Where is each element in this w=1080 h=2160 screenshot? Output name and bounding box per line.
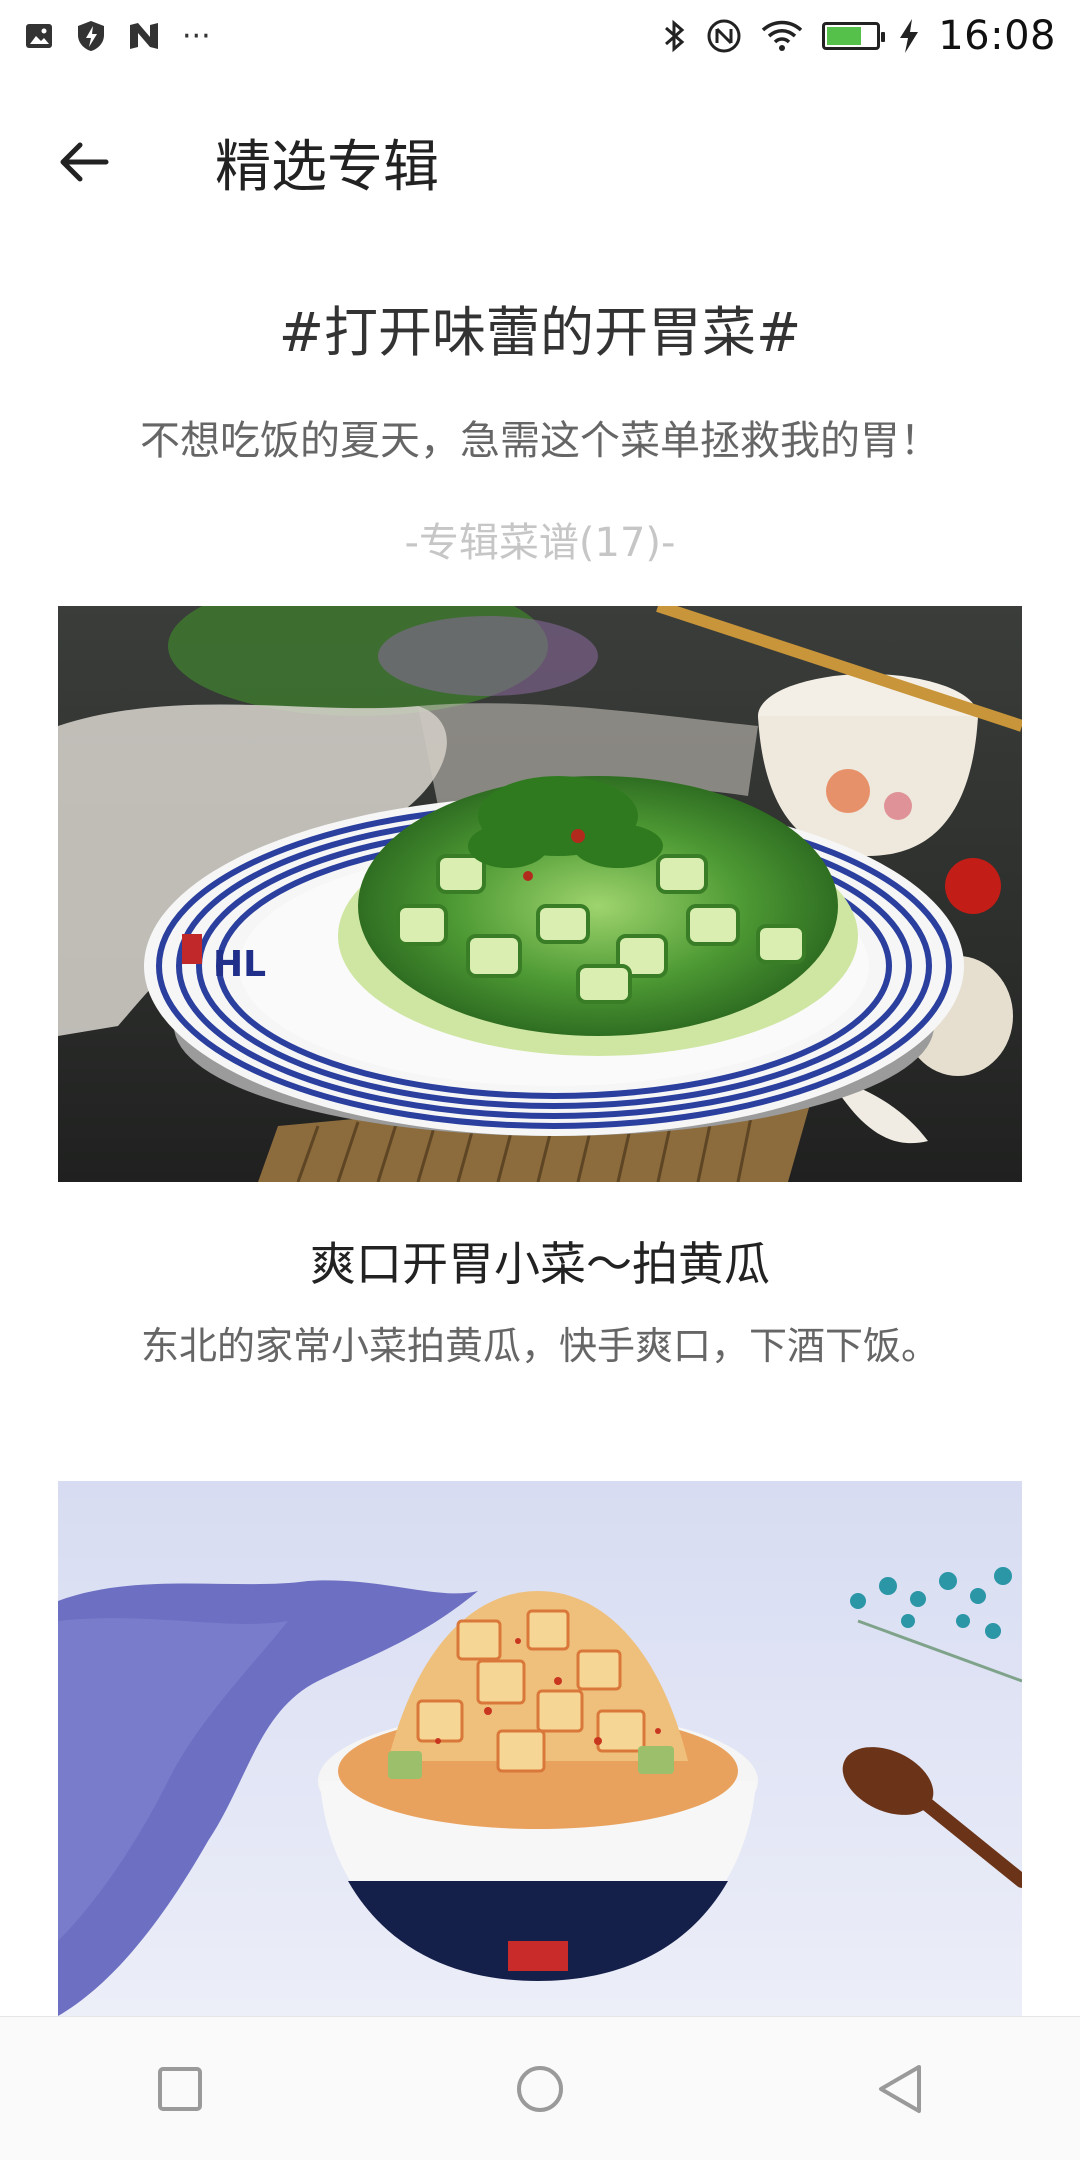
more-dots-icon: ···: [182, 18, 211, 54]
battery-level: [827, 27, 862, 45]
status-time: 16:08: [938, 13, 1056, 59]
back-arrow-icon: [60, 142, 109, 182]
page-title: 精选专辑: [215, 135, 439, 200]
recipe-album-page: ··· 16:08 精选专辑 #打开味蕾的开胃菜# 不想吃饭的夏天，急需这个菜单…: [0, 0, 1080, 2160]
app-header: 精选专辑: [0, 100, 1080, 220]
image-icon: [24, 21, 54, 51]
recipe-description: 东北的家常小菜拍黄瓜，快手爽口，下酒下饭。: [140, 1324, 939, 1368]
system-nav-bar: [0, 2016, 1080, 2160]
back-triangle-icon: [879, 2065, 921, 2113]
back-nav-button[interactable]: [845, 2034, 955, 2144]
album-title: #打开味蕾的开胃菜#: [278, 301, 802, 364]
nfc-icon: [706, 18, 742, 54]
svg-text:HL: HL: [213, 944, 266, 985]
home-icon: [517, 2066, 563, 2112]
bluetooth-icon: [662, 18, 688, 54]
n-app-icon: [128, 21, 160, 51]
charging-icon: [898, 18, 920, 54]
recipe-image-radish[interactable]: [58, 1481, 1022, 2016]
shield-icon: [76, 20, 106, 52]
home-button[interactable]: [485, 2034, 595, 2144]
album-description: 不想吃饭的夏天，急需这个菜单拯救我的胃！: [140, 418, 940, 464]
back-button[interactable]: [52, 130, 116, 194]
status-bar: ··· 16:08: [0, 0, 1080, 72]
recent-apps-icon: [158, 2067, 202, 2111]
status-right-icons: 16:08: [662, 13, 1056, 59]
recipe-image-cucumber[interactable]: HL: [58, 606, 1022, 1182]
album-recipe-count: -专辑菜谱(17)-: [404, 520, 676, 566]
battery-icon: [822, 22, 886, 50]
recipe-title[interactable]: 爽口开胃小菜～拍黄瓜: [0, 1228, 1080, 1294]
wifi-icon: [760, 19, 804, 53]
recent-apps-button[interactable]: [125, 2034, 235, 2144]
status-left-icons: ···: [24, 19, 211, 54]
